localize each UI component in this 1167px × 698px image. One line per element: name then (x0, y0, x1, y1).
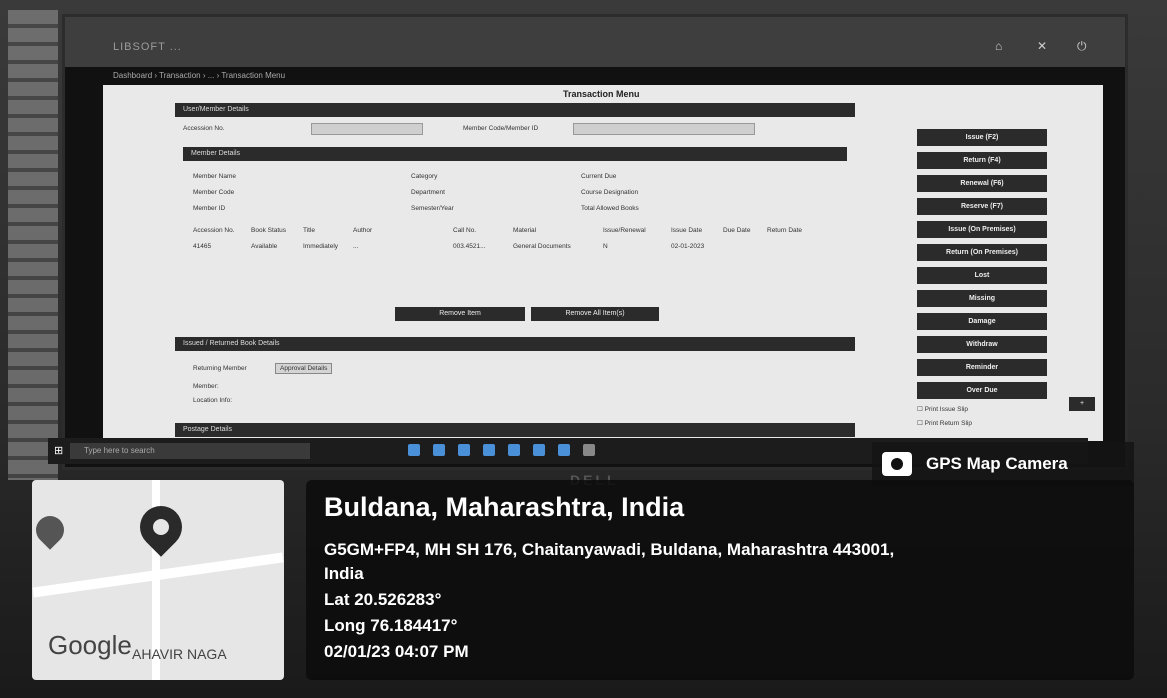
page-title: Transaction Menu (563, 89, 640, 99)
location-pin-icon (131, 497, 191, 557)
th-book-status: Book Status (251, 227, 287, 234)
member-name-label: Member Name (193, 173, 236, 180)
edge-icon[interactable] (458, 444, 470, 456)
member-code-input[interactable] (573, 123, 755, 135)
app-titlebar: LIBSOFT ... ⌂ ✕ ⏻ (65, 17, 1125, 67)
th-material: Material (513, 227, 537, 234)
chrome-icon[interactable] (558, 444, 570, 456)
home-icon[interactable]: ⌂ (995, 39, 1002, 53)
withdraw-button[interactable]: Withdraw (917, 336, 1047, 353)
remove-item-button[interactable]: Remove Item (395, 307, 525, 321)
gps-info-panel: Buldana, Maharashtra, India G5GM+FP4, MH… (306, 480, 1134, 680)
td-call-no: 003.4521... (453, 243, 486, 250)
total-allowed-label: Total Allowed Books (581, 205, 639, 212)
td-status: Available (251, 243, 278, 250)
print-return-slip-checkbox[interactable]: ☐ Print Return Slip (917, 419, 972, 427)
add-icon[interactable]: + (1069, 397, 1095, 411)
td-material: General Documents (513, 243, 571, 250)
transaction-screen: Transaction Menu User/Member Details Acc… (103, 85, 1103, 441)
remove-all-button[interactable]: Remove All Item(s) (531, 307, 659, 321)
member-code-label: Member Code/Member ID (463, 125, 539, 132)
member-id-label: Member ID (193, 205, 226, 212)
damage-button[interactable]: Damage (917, 313, 1047, 330)
lost-button[interactable]: Lost (917, 267, 1047, 284)
gps-address-line1: G5GM+FP4, MH SH 176, Chaitanyawadi, Buld… (324, 540, 895, 559)
td-issue-date: 02-01-2023 (671, 243, 705, 250)
th-issue-renewal: Issue/Renewal (603, 227, 646, 234)
return-on-premises-button[interactable]: Return (On Premises) (917, 244, 1047, 261)
gps-latitude: Lat 20.526283° (324, 590, 442, 609)
issue-button[interactable]: Issue (F2) (917, 129, 1047, 146)
missing-button[interactable]: Missing (917, 290, 1047, 307)
department-label: Department (411, 189, 445, 196)
gps-address-line2: India (324, 564, 364, 583)
td-title: Immediately (303, 243, 339, 250)
map-thumbnail: Google AHAVIR NAGA (32, 480, 284, 680)
map-area-label: AHAVIR NAGA (132, 646, 227, 662)
issue-on-premises-button[interactable]: Issue (On Premises) (917, 221, 1047, 238)
th-title: Title (303, 227, 316, 234)
app-brand: LIBSOFT ... (113, 41, 182, 53)
breadcrumb: Dashboard › Transaction › ... › Transact… (113, 71, 286, 80)
window-blinds (8, 10, 58, 480)
taskbar-app-icon[interactable] (433, 444, 445, 456)
section-user-member: User/Member Details (175, 103, 855, 117)
section-postage: Postage Details (175, 423, 855, 437)
over-due-button[interactable]: Over Due (917, 382, 1047, 399)
th-return-date: Return Date (767, 227, 803, 234)
th-call-no: Call No. (453, 227, 477, 234)
google-logo: Google (48, 630, 132, 660)
store-icon[interactable] (508, 444, 520, 456)
th-author: Author (353, 227, 373, 234)
camera-icon (882, 452, 912, 476)
member-code2-label: Member Code (193, 189, 235, 196)
power-icon[interactable]: ⏻ (1077, 39, 1087, 54)
print-issue-slip-label: Print Issue Slip (924, 406, 968, 413)
returning-member-label: Returning Member (193, 365, 247, 372)
section-issued-returned: Issued / Returned Book Details (175, 337, 855, 351)
print-issue-slip-checkbox[interactable]: ☐ Print Issue Slip (917, 405, 968, 413)
return-button[interactable]: Return (F4) (917, 152, 1047, 169)
taskbar-search-input[interactable]: Type here to search (70, 443, 310, 459)
library-app-icon[interactable] (583, 444, 595, 456)
print-return-slip-label: Print Return Slip (924, 420, 972, 427)
photo-background: LIBSOFT ... ⌂ ✕ ⏻ Dashboard › Transactio… (0, 0, 1167, 698)
accession-input[interactable] (311, 123, 423, 135)
current-due-label: Current Due (581, 173, 617, 180)
gps-longitude: Long 76.184417° (324, 616, 458, 635)
accession-label: Accession No. (183, 125, 225, 132)
windows-start-icon[interactable]: ⊞ (54, 444, 63, 457)
th-due-date: Due Date (723, 227, 751, 234)
gps-datetime: 02/01/23 04:07 PM (324, 642, 469, 661)
location-label: Location Info: (193, 397, 233, 404)
section-member-details: Member Details (183, 147, 847, 161)
monitor: LIBSOFT ... ⌂ ✕ ⏻ Dashboard › Transactio… (62, 14, 1128, 470)
reminder-button[interactable]: Reminder (917, 359, 1047, 376)
gps-city: Buldana, Maharashtra, India (324, 492, 685, 522)
approval-details-button[interactable]: Approval Details (275, 363, 333, 374)
td-author: ... (353, 243, 359, 250)
restaurant-pin-icon (32, 510, 70, 550)
mail-icon[interactable] (533, 444, 545, 456)
th-issue-date: Issue Date (671, 227, 703, 234)
task-view-icon[interactable] (408, 444, 420, 456)
renewal-button[interactable]: Renewal (F6) (917, 175, 1047, 192)
category-label: Category (411, 173, 438, 180)
reserve-button[interactable]: Reserve (F7) (917, 198, 1047, 215)
gps-tag-label: GPS Map Camera (926, 454, 1068, 473)
close-icon[interactable]: ✕ (1037, 39, 1047, 53)
semester-label: Semester/Year (411, 205, 454, 212)
td-accession: 41465 (193, 243, 212, 250)
td-issue-renewal: N (603, 243, 608, 250)
course-label: Course Designation (581, 189, 639, 196)
th-accession: Accession No. (193, 227, 235, 234)
member-label: Member: (193, 383, 219, 390)
explorer-icon[interactable] (483, 444, 495, 456)
